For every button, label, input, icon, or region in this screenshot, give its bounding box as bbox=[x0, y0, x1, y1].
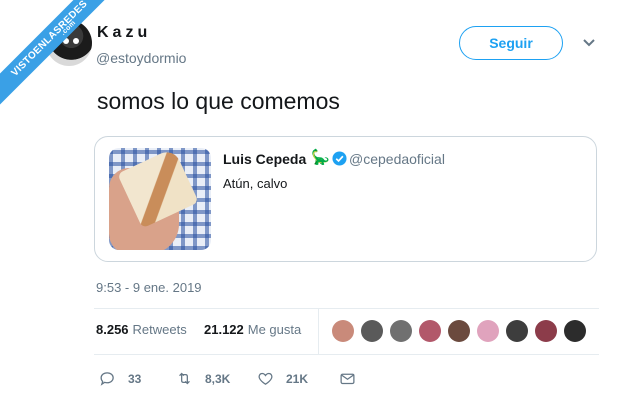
liker-avatar[interactable] bbox=[448, 320, 470, 342]
like-action[interactable]: 21K bbox=[257, 370, 308, 387]
retweet-icon bbox=[179, 372, 190, 385]
verified-badge-icon bbox=[332, 151, 347, 166]
reply-icon bbox=[100, 372, 114, 386]
liker-avatar[interactable] bbox=[564, 320, 586, 342]
divider-bottom bbox=[94, 354, 599, 355]
direct-message-action[interactable] bbox=[339, 370, 368, 387]
liker-avatar[interactable] bbox=[419, 320, 441, 342]
like-count: 21K bbox=[286, 371, 309, 386]
retweets-count[interactable]: 8.256 bbox=[96, 322, 129, 337]
reply-count: 33 bbox=[128, 371, 142, 386]
chevron-down-icon[interactable] bbox=[582, 38, 596, 48]
author-handle[interactable]: @estoydormio bbox=[96, 50, 186, 66]
liker-avatar[interactable] bbox=[361, 320, 383, 342]
liker-avatar[interactable] bbox=[332, 320, 354, 342]
liker-avatar[interactable] bbox=[390, 320, 412, 342]
heart-icon bbox=[258, 372, 273, 385]
retweet-count: 8,3K bbox=[205, 371, 231, 386]
liker-avatar[interactable] bbox=[506, 320, 528, 342]
tweet-text: somos lo que comemos bbox=[97, 88, 340, 114]
quoted-handle: @cepedaoficial bbox=[349, 151, 445, 167]
quoted-display-name: Luis Cepeda bbox=[223, 151, 307, 167]
author-display-name[interactable]: Kazu bbox=[97, 24, 151, 42]
quoted-tweet-text: Atún, calvo bbox=[223, 176, 288, 191]
follow-button[interactable]: Seguir bbox=[459, 26, 563, 60]
retweet-action[interactable]: 8,3K bbox=[176, 370, 230, 387]
divider-top bbox=[94, 308, 599, 309]
retweets-label[interactable]: Retweets bbox=[133, 322, 187, 337]
reply-action[interactable]: 33 bbox=[99, 370, 141, 387]
engagement-stats: 8.256 Retweets 21.122 Me gusta bbox=[96, 322, 301, 337]
envelope-icon bbox=[340, 373, 355, 385]
likes-label[interactable]: Me gusta bbox=[248, 322, 301, 337]
stats-separator bbox=[318, 308, 319, 354]
quoted-tweet-image[interactable] bbox=[109, 148, 211, 250]
tweet-timestamp[interactable]: 9:53 - 9 ene. 2019 bbox=[96, 280, 202, 295]
liker-avatar[interactable] bbox=[477, 320, 499, 342]
likes-count[interactable]: 21.122 bbox=[204, 322, 244, 337]
dinosaur-emoji: 🦕 bbox=[311, 149, 330, 166]
liker-avatar[interactable] bbox=[535, 320, 557, 342]
